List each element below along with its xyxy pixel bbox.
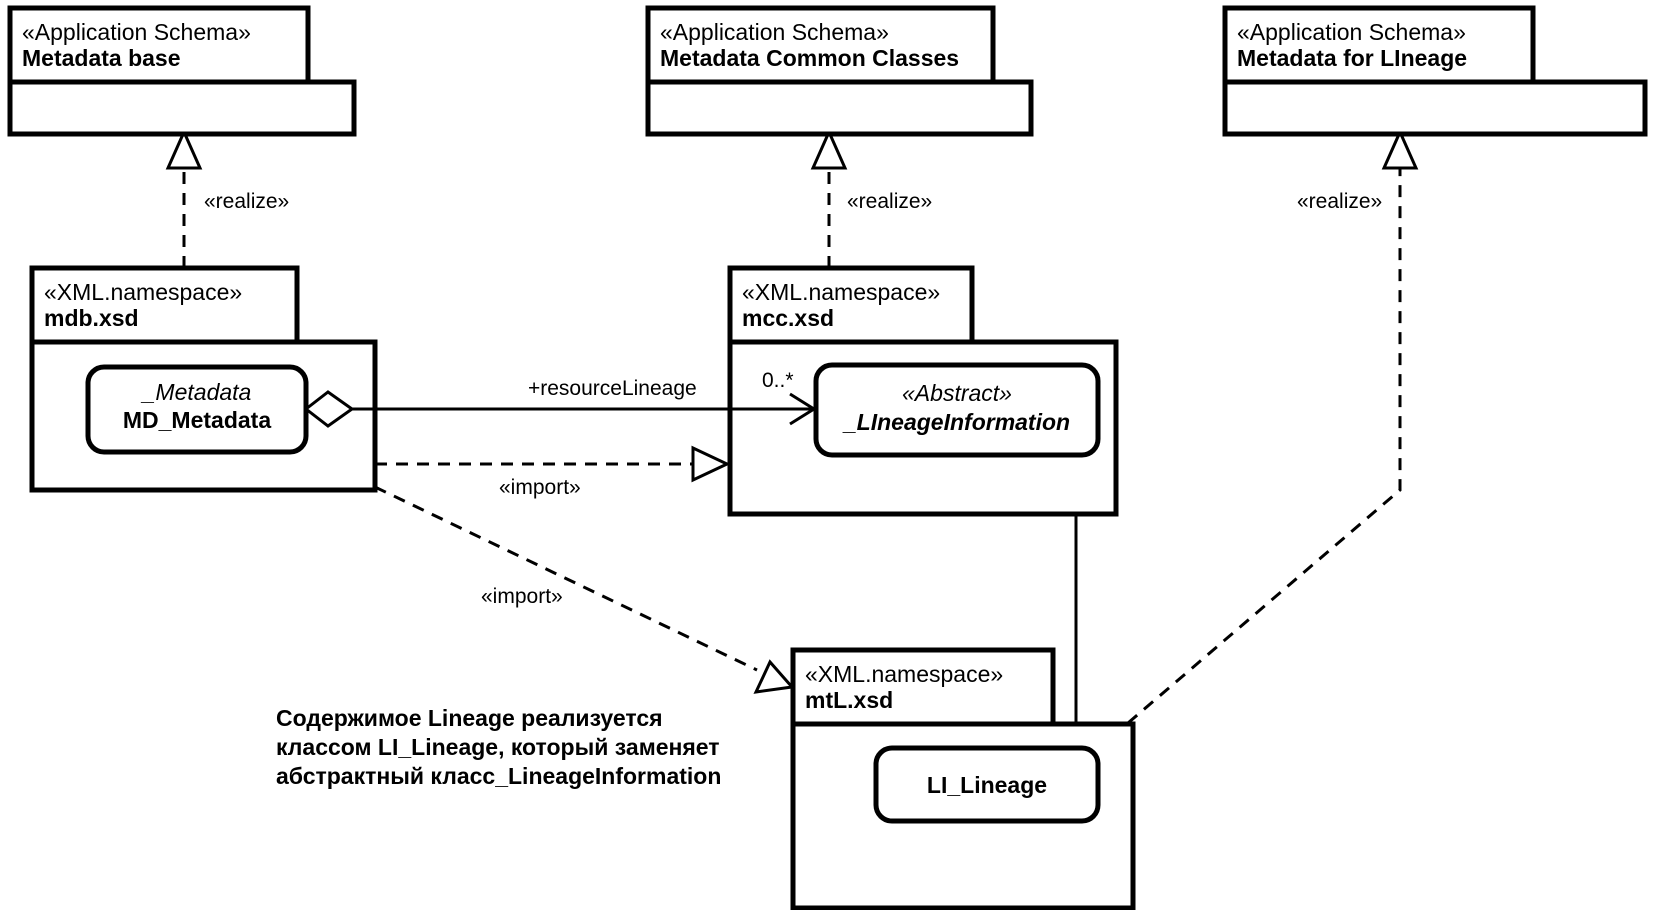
lineage-information-name: _LIneageInformation xyxy=(842,409,1070,435)
realize-mdb-label: «realize» xyxy=(204,190,289,213)
metadata-base-name: Metadata base xyxy=(22,45,181,71)
lineage-information-stereotype: «Abstract» xyxy=(902,380,1012,406)
metadata-base-body xyxy=(7,79,357,137)
mdb-xsd-name: mdb.xsd xyxy=(44,305,139,331)
metadata-base-stereotype: «Application Schema» xyxy=(22,19,251,45)
package-metadata-common-classes[interactable]: «Application Schema» Metadata Common Cla… xyxy=(645,5,1034,137)
edge-realize-mcc: «realize» xyxy=(810,128,932,268)
import-mdb-mtl-label: «import» xyxy=(481,585,563,608)
import-mdb-mcc-label: «import» xyxy=(499,476,581,499)
metadata-for-lineage-stereotype: «Application Schema» xyxy=(1237,19,1466,45)
li-lineage-name: LI_Lineage xyxy=(927,772,1047,798)
mdb-xsd-stereotype: «XML.namespace» xyxy=(44,279,242,305)
mcc-xsd-name: mcc.xsd xyxy=(742,305,834,331)
package-metadata-base[interactable]: «Application Schema» Metadata base xyxy=(7,5,357,137)
metadata-common-classes-body xyxy=(645,79,1034,137)
import-mdb-mtl-line xyxy=(374,485,758,672)
lineage-note: Содержимое Lineage реализуется классом L… xyxy=(276,705,721,789)
mtl-xsd-name: mtL.xsd xyxy=(805,687,893,713)
realize-mtl-line xyxy=(1127,166,1402,725)
mtl-xsd-stereotype: «XML.namespace» xyxy=(805,661,1003,687)
edge-import-mdb-mtl: «import» xyxy=(374,485,795,694)
md-metadata-stereotype: _Metadata xyxy=(141,379,252,405)
lineage-note-line-2: классом LI_Lineage, который заменяет xyxy=(276,734,720,760)
class-lineage-information[interactable]: «Abstract» _LIneageInformation xyxy=(813,362,1101,458)
class-li-lineage[interactable]: LI_Lineage xyxy=(873,745,1101,824)
resource-lineage-role-label: +resourceLineage xyxy=(528,377,697,400)
metadata-common-classes-stereotype: «Application Schema» xyxy=(660,19,889,45)
lineage-note-line-3: абстрактный класс_LineageInformation xyxy=(276,763,721,789)
package-metadata-for-lineage[interactable]: «Application Schema» Metadata for LIneag… xyxy=(1222,5,1648,137)
realize-mcc-arrowhead xyxy=(810,128,848,170)
diagram-canvas: «realize» «realize» «realize» «Applicati… xyxy=(7,5,1648,910)
edge-realize-mdb: «realize» xyxy=(165,128,289,268)
realize-mdb-arrowhead xyxy=(165,128,203,170)
edge-import-mdb-mcc: «import» xyxy=(375,445,731,499)
metadata-for-lineage-body xyxy=(1222,79,1648,137)
metadata-common-classes-name: Metadata Common Classes xyxy=(660,45,959,71)
import-mdb-mcc-arrowhead xyxy=(691,445,731,483)
metadata-for-lineage-name: Metadata for LIneage xyxy=(1237,45,1467,71)
edge-realize-mtl: «realize» xyxy=(1127,128,1419,725)
realize-mtl-label: «realize» xyxy=(1297,190,1382,213)
md-metadata-name: MD_Metadata xyxy=(123,407,271,433)
import-mdb-mtl-arrowhead xyxy=(753,659,795,694)
lineage-note-line-1: Содержимое Lineage реализуется xyxy=(276,705,663,731)
realize-mtl-arrowhead xyxy=(1381,128,1419,170)
realize-mcc-label: «realize» xyxy=(847,190,932,213)
uml-package-diagram: «realize» «realize» «realize» «Applicati… xyxy=(0,0,1654,910)
class-md-metadata[interactable]: _Metadata MD_Metadata xyxy=(85,364,309,455)
resource-lineage-multiplicity: 0..* xyxy=(762,369,794,392)
mcc-xsd-stereotype: «XML.namespace» xyxy=(742,279,940,305)
